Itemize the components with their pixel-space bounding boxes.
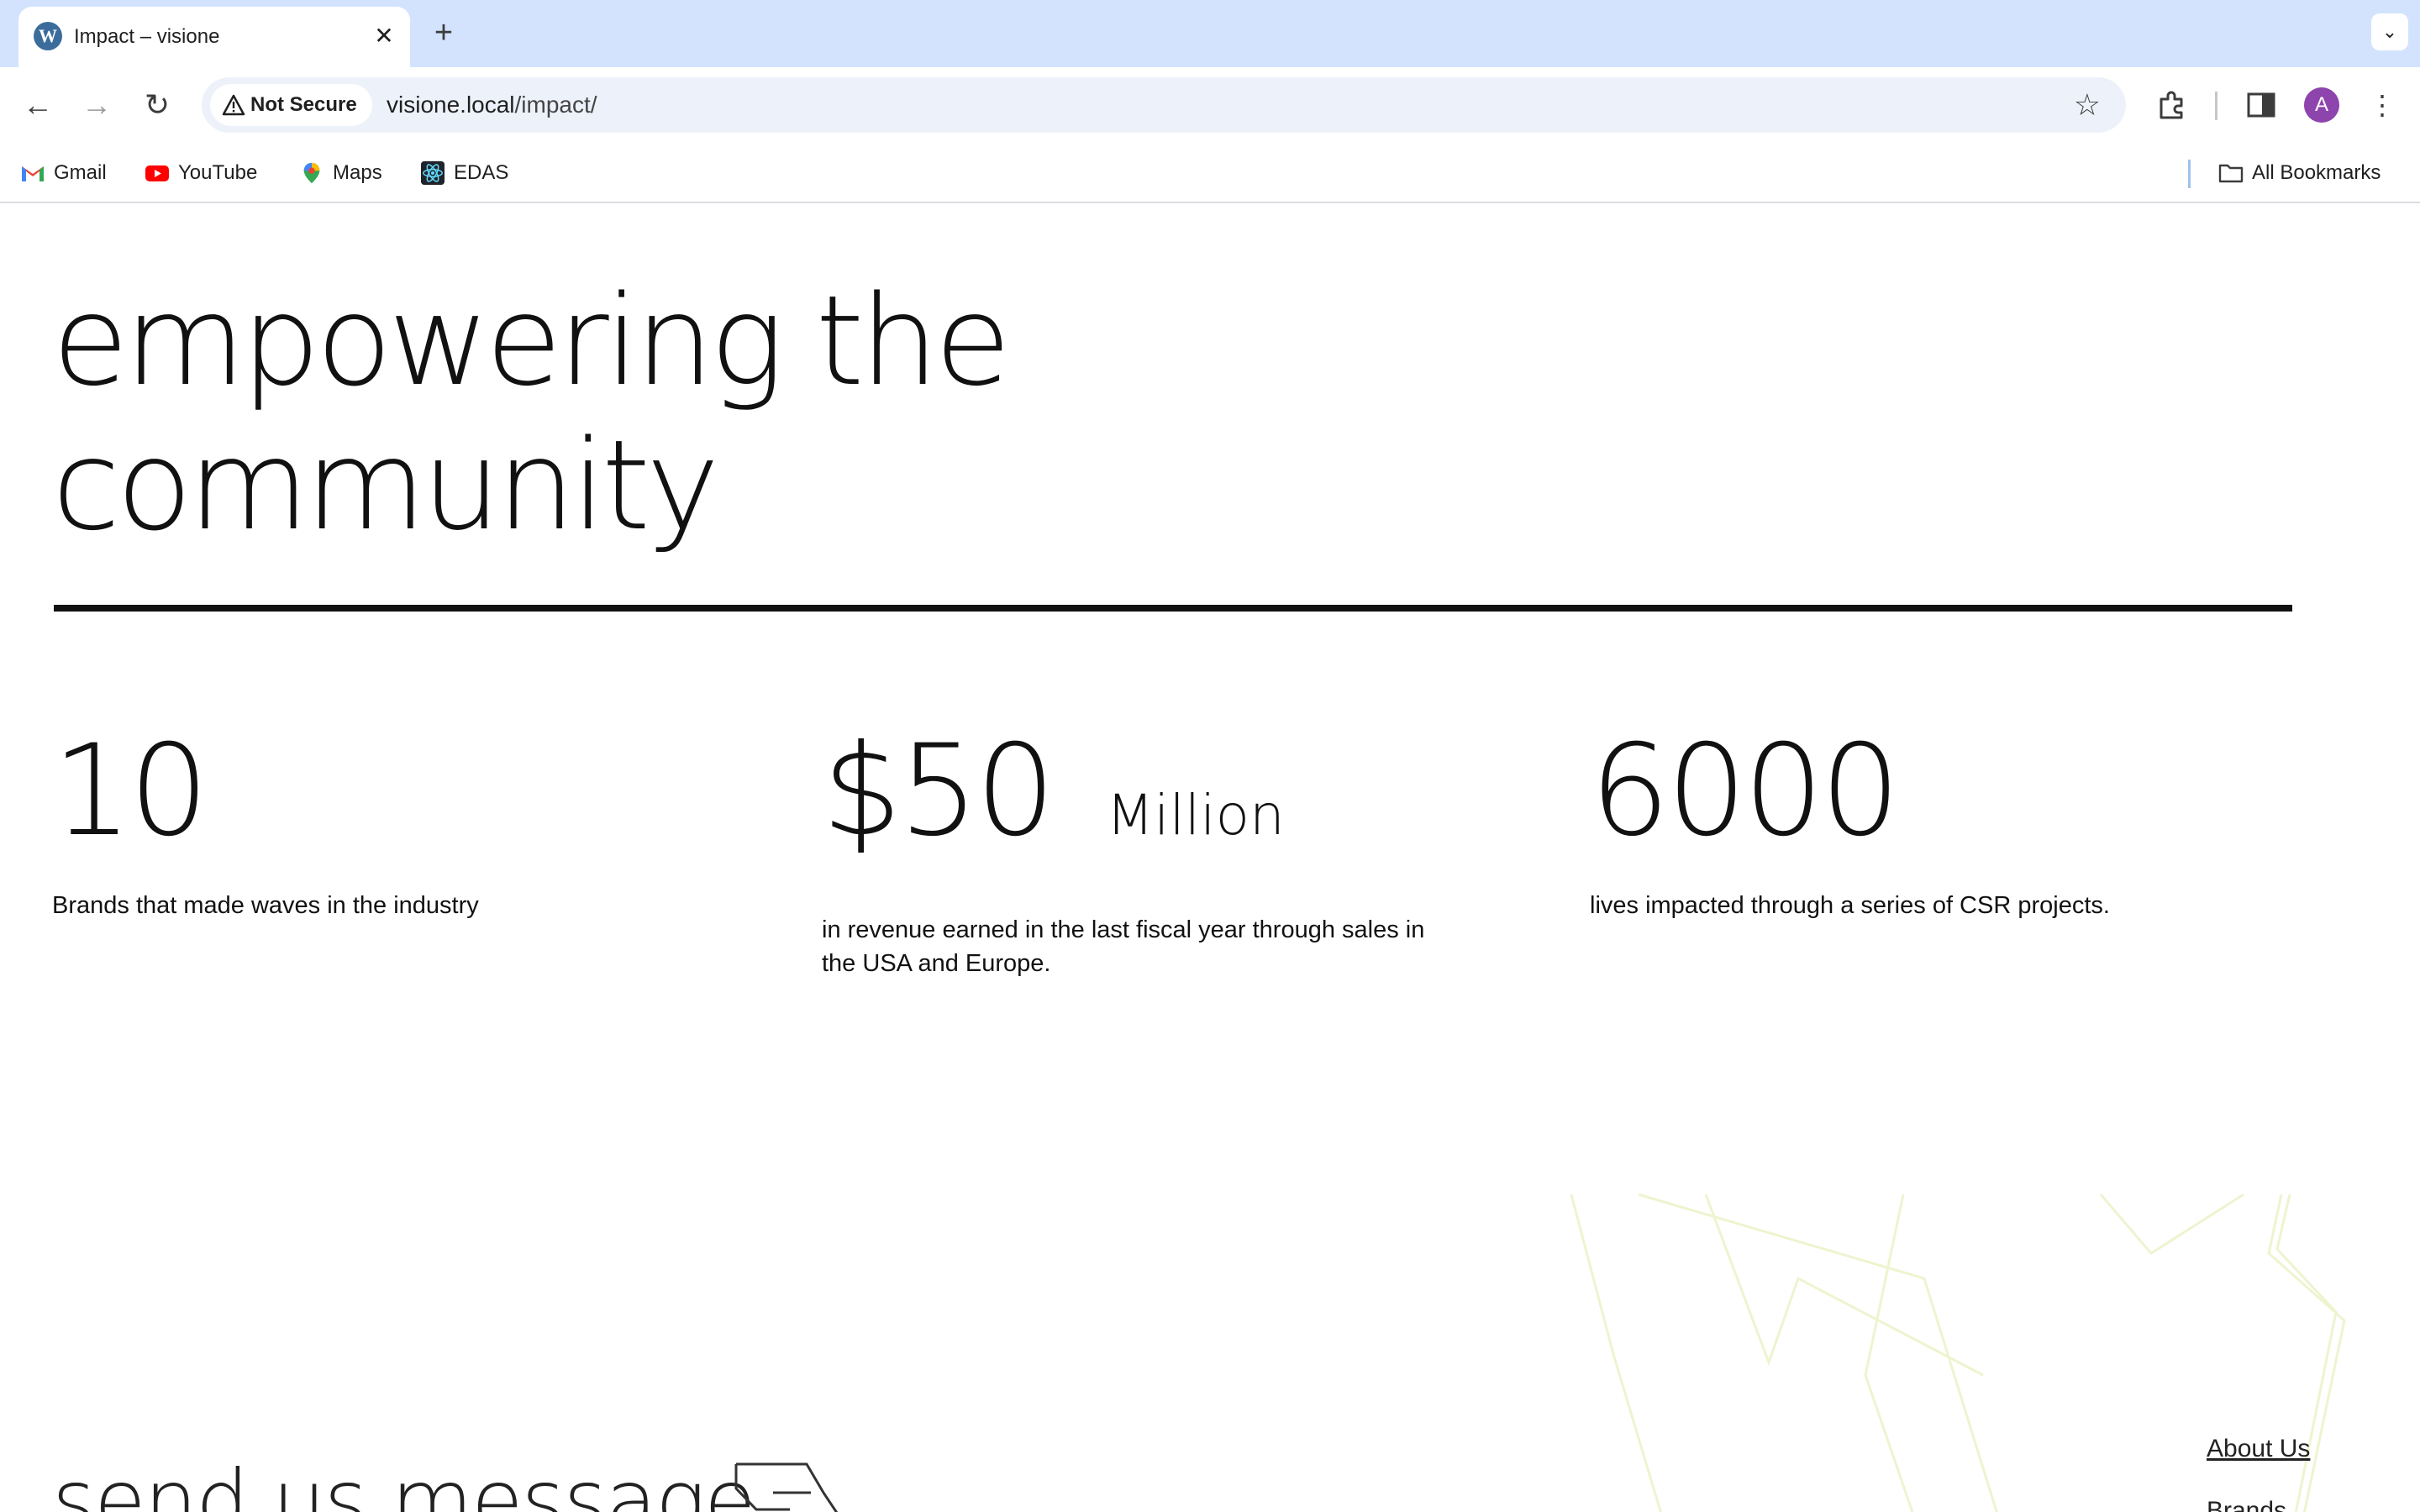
contact-heading: send us message (52, 1452, 755, 1512)
page-content: empowering the community 10 Brands that … (0, 203, 2420, 1512)
stat-description: in revenue earned in the last fiscal yea… (822, 916, 1425, 977)
wordpress-icon: W (34, 22, 62, 50)
security-chip[interactable]: Not Secure (210, 84, 372, 126)
all-bookmarks-label: All Bookmarks (2252, 161, 2381, 184)
page-heading: empowering the community (52, 269, 1397, 558)
panel-icon (2247, 92, 2275, 118)
tab-search-icon[interactable]: ⌄ (2371, 13, 2408, 50)
all-bookmarks-button[interactable]: All Bookmarks (2218, 158, 2381, 188)
tab-title: Impact – visione (74, 25, 220, 48)
url-text[interactable]: visione.local/impact/ (387, 77, 597, 133)
logo-mark-icon (734, 1462, 839, 1512)
toolbar-divider (2215, 92, 2217, 120)
browser-toolbar: ← → ↻ Not Secure visione.local/impact/ ☆… (0, 67, 2420, 143)
bookmarks-divider (2188, 160, 2191, 188)
section-divider (54, 605, 2292, 612)
gmail-icon (22, 166, 44, 181)
stat-brands: 10 Brands that made waves in the industr… (52, 716, 657, 922)
bookmark-label: YouTube (178, 161, 258, 184)
stat-unit: Million (1106, 783, 1285, 848)
bookmark-maps[interactable]: Maps (299, 158, 382, 188)
bookmark-gmail[interactable]: Gmail (20, 158, 107, 188)
back-icon[interactable]: ← (18, 86, 57, 124)
heading-line-2: community (52, 413, 720, 558)
footer-link-brands[interactable]: Brands (2207, 1494, 2286, 1512)
bookmark-label: EDAS (454, 161, 509, 184)
address-bar[interactable]: Not Secure visione.local/impact/ ☆ (202, 77, 2126, 133)
bookmark-star-icon[interactable]: ☆ (2074, 86, 2101, 124)
side-panel-icon[interactable] (2242, 86, 2281, 124)
maps-icon (303, 162, 320, 184)
url-path: /impact/ (514, 92, 597, 118)
bookmarks-bar: Gmail YouTube Maps EDAS All Bookmarks (0, 143, 2420, 203)
bookmark-edas[interactable]: EDAS (420, 158, 508, 188)
profile-avatar[interactable]: A (2304, 87, 2339, 123)
stat-lives: 6000 lives impacted through a series of … (1590, 716, 2195, 922)
stat-description: Brands that made waves in the industry (52, 892, 479, 919)
puzzle-icon (2160, 91, 2183, 119)
extensions-icon[interactable] (2153, 86, 2191, 124)
stat-value: $50 Million (822, 716, 1427, 891)
reload-icon[interactable]: ↻ (138, 86, 176, 124)
footer-link-about[interactable]: About Us (2207, 1432, 2310, 1466)
stat-value: 10 (52, 716, 657, 867)
stat-number: 10 (52, 718, 209, 864)
stat-number: 6000 (1590, 718, 1901, 864)
forward-icon[interactable]: → (77, 86, 116, 124)
tab-strip: W Impact – visione ✕ + ⌄ (0, 0, 2420, 69)
react-icon (421, 161, 445, 185)
youtube-icon (145, 165, 169, 181)
stat-revenue: $50 Million in revenue earned in the last… (822, 716, 1427, 980)
new-tab-icon[interactable]: + (427, 17, 460, 50)
bookmark-youtube[interactable]: YouTube (145, 158, 257, 188)
url-host: visione.local (387, 92, 515, 118)
stat-description: lives impacted through a series of CSR p… (1590, 892, 2110, 919)
heading-line-1: empowering the (52, 269, 1011, 413)
stat-number: $50 (822, 718, 1055, 864)
stat-value: 6000 (1590, 716, 2195, 867)
menu-dots-icon[interactable]: ⋮ (2363, 86, 2402, 124)
close-tab-icon[interactable]: ✕ (370, 22, 398, 50)
folder-icon (2218, 164, 2244, 183)
browser-tab[interactable]: W Impact – visione ✕ (18, 7, 410, 69)
bookmark-label: Gmail (54, 161, 107, 184)
warning-icon (222, 94, 245, 116)
security-label: Not Secure (250, 93, 357, 116)
bookmark-label: Maps (333, 161, 382, 184)
